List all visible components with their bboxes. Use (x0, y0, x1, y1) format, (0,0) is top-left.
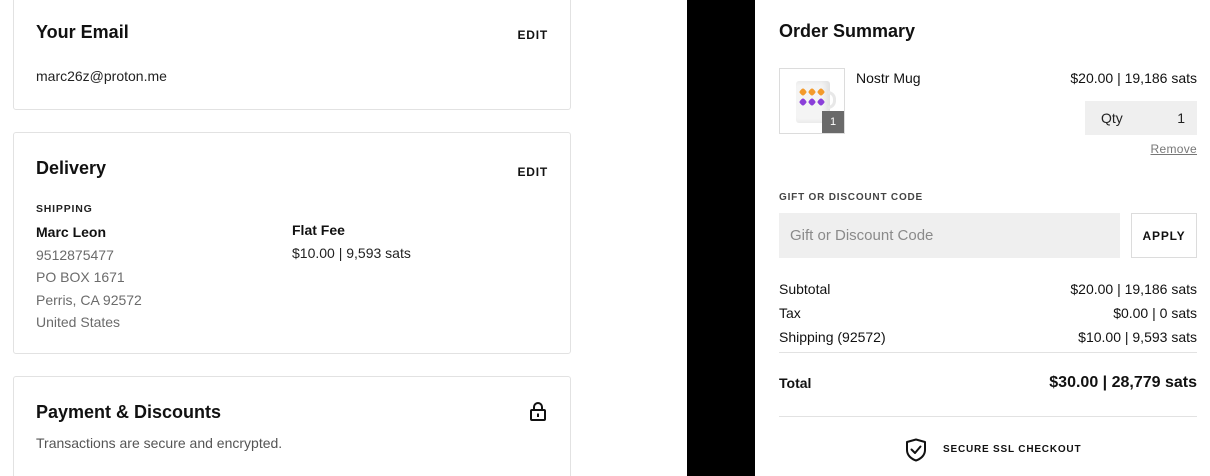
delivery-card: Delivery EDIT SHIPPING Marc Leon 9512875… (13, 132, 571, 354)
tax-value: $0.00 | 0 sats (1113, 305, 1197, 321)
checkout-steps-panel: Your Email EDIT marc26z@proton.me Delive… (0, 0, 687, 476)
delivery-section-title: Delivery (36, 158, 107, 178)
tax-label: Tax (779, 305, 801, 321)
email-card: Your Email EDIT marc26z@proton.me (13, 0, 571, 110)
divider (779, 352, 1197, 353)
order-summary-title: Order Summary (779, 21, 916, 41)
divider (779, 416, 1197, 417)
quantity-badge: 1 (822, 111, 844, 133)
delivery-edit-button[interactable]: EDIT (517, 165, 548, 179)
payment-section-title: Payment & Discounts (36, 402, 222, 422)
remove-item-link[interactable]: Remove (1151, 142, 1197, 156)
shipping-method-price: $10.00 | 9,593 sats (292, 244, 411, 261)
city-line: Perris, CA 92572 (36, 291, 142, 308)
shipping-cost-value: $10.00 | 9,593 sats (1078, 329, 1197, 345)
secure-checkout-label: SECURE SSL CHECKOUT (943, 444, 1082, 455)
gift-code-input[interactable] (779, 213, 1120, 258)
quantity-stepper[interactable]: Qty 1 (1085, 101, 1197, 135)
product-name: Nostr Mug (856, 70, 921, 86)
address-line: PO BOX 1671 (36, 269, 125, 285)
subtotal-value: $20.00 | 19,186 sats (1070, 281, 1197, 297)
subtotal-label: Subtotal (779, 281, 831, 297)
country-line: United States (36, 314, 121, 330)
recipient-name: Marc Leon (36, 224, 107, 240)
shipping-method: Flat Fee $10.00 | 9,593 sats (292, 219, 411, 264)
email-edit-button[interactable]: EDIT (517, 28, 548, 42)
product-price: $20.00 | 19,186 sats (1070, 70, 1197, 86)
quantity-label: Qty (1101, 110, 1123, 126)
recipient-phone: 9512875477 (36, 246, 114, 263)
product-thumbnail: 1 (779, 68, 845, 134)
payment-subtitle: Transactions are secure and encrypted. (36, 435, 283, 451)
email-value: marc26z@proton.me (36, 68, 167, 84)
shipping-method-name: Flat Fee (292, 222, 345, 238)
total-label: Total (779, 375, 812, 391)
shipping-label: SHIPPING (36, 203, 93, 215)
lock-icon (530, 402, 546, 421)
order-summary-panel: Order Summary 1 Nostr Mug $20.00 | 19,18… (755, 0, 1210, 476)
total-value: $30.00 | 28,779 sats (1049, 374, 1197, 391)
gift-code-label: GIFT OR DISCOUNT CODE (779, 192, 924, 203)
shield-check-icon (906, 438, 926, 462)
mug-handle (828, 91, 836, 109)
apply-code-button[interactable]: APPLY (1131, 213, 1197, 258)
panel-divider (687, 0, 755, 476)
shipping-address: Marc Leon 9512875477 PO BOX 1671 Perris,… (36, 221, 142, 334)
payment-card: Payment & Discounts Transactions are sec… (13, 376, 571, 476)
shipping-cost-label: Shipping (92572) (779, 329, 886, 345)
email-section-title: Your Email (36, 22, 129, 42)
quantity-value[interactable]: 1 (1177, 110, 1185, 126)
